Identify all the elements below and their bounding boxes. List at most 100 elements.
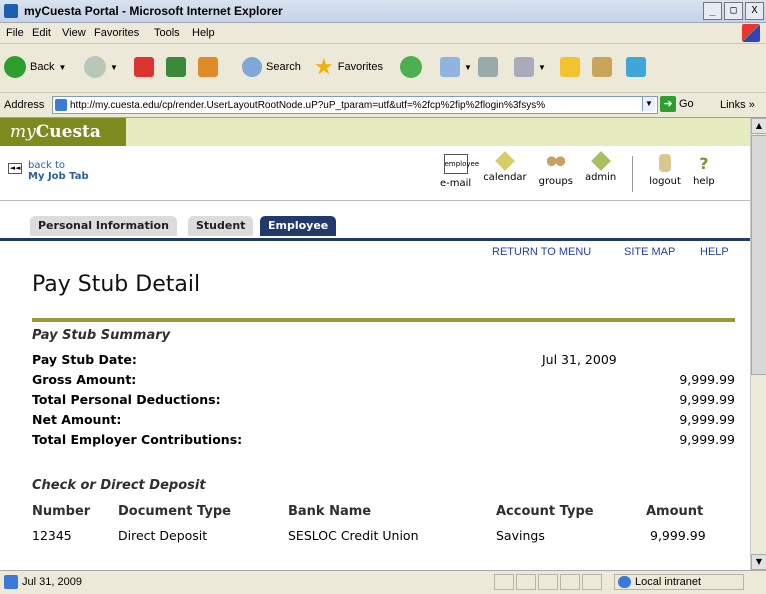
go-label: Go [679,98,694,110]
menu-edit[interactable]: Edit [32,27,51,39]
go-button[interactable]: ➜ Go [660,96,694,112]
chevron-down-icon: ▼ [538,62,546,72]
col-bank-name: Bank Name [288,504,372,519]
back-to-my-job-tab[interactable]: ◄◄ back to My Job Tab [8,160,89,182]
chevron-down-icon: ▼ [58,62,67,72]
nav-logout[interactable]: logout [649,154,681,192]
mail-icon [440,57,460,77]
print-button[interactable] [478,50,498,84]
back-arrow-icon [4,56,26,78]
deposit-heading: Check or Direct Deposit [32,478,206,493]
address-label: Address [4,99,45,111]
cell-bank-name: SESLOC Credit Union [288,528,419,543]
mail-button[interactable]: ▼ [440,50,472,84]
return-to-menu-link[interactable]: RETURN TO MENU [492,246,591,258]
back-arrow-icon: ◄◄ [8,163,22,174]
menu-tools[interactable]: Tools [154,27,180,39]
go-arrow-icon: ➜ [660,96,676,112]
favorites-label: Favorites [337,61,383,73]
email-icon: employee [443,154,479,174]
page-status-icon [4,575,18,589]
forward-arrow-icon [84,56,106,78]
refresh-button[interactable] [166,50,186,84]
cell-document-type: Direct Deposit [118,528,208,543]
search-label: Search [266,61,301,73]
calendar-icon [495,151,515,171]
media-icon [400,56,422,78]
tab-personal-information[interactable]: Personal Information [30,216,177,236]
folder-button[interactable] [560,50,580,84]
summary-row: Gross Amount: 9,999.99 [32,372,735,387]
status-cell [582,574,602,590]
window-title: myCuesta Portal - Microsoft Internet Exp… [24,4,283,18]
research-button[interactable] [592,50,612,84]
back-button[interactable]: Back ▼ [4,50,66,84]
site-map-link[interactable]: SITE MAP [624,246,675,258]
portal-nav: ◄◄ back to My Job Tab employee e-mail ca… [0,146,750,201]
address-dropdown[interactable]: ▼ [642,97,655,111]
tab-student[interactable]: Student [188,216,254,236]
col-number: Number [32,504,91,519]
forward-button[interactable]: ▼ [84,50,118,84]
back-label: Back [30,61,55,73]
back-line2: My Job Tab [28,171,89,182]
back-line1: back to [28,160,65,171]
refresh-icon [166,57,186,77]
book-icon [592,57,612,77]
scroll-down-arrow[interactable]: ▼ [751,554,766,570]
maximize-button[interactable]: □ [724,2,743,20]
status-cell [560,574,580,590]
help-icon: ? [699,154,709,173]
col-account-type: Account Type [496,504,594,519]
search-button[interactable]: Search [242,50,301,84]
print-icon [478,57,498,77]
pay-stub-summary-heading: Pay Stub Summary [32,328,171,343]
stop-button[interactable] [134,50,154,84]
messenger-button[interactable] [626,50,646,84]
menu-help[interactable]: Help [192,27,215,39]
favorites-button[interactable]: ★ Favorites [314,50,383,84]
security-zone: Local intranet [614,574,744,590]
summary-row: Total Employer Contributions: 9,999.99 [32,432,735,447]
status-bar: Jul 31, 2009 Local intranet [0,570,766,594]
cell-number: 12345 [32,528,72,543]
summary-row: Pay Stub Date: Jul 31, 2009 [32,352,617,367]
nav-email[interactable]: employee e-mail [440,154,479,192]
scroll-up-arrow[interactable]: ▲ [751,118,766,134]
cell-amount: 9,999.99 [650,528,706,543]
title-divider [32,318,735,322]
address-bar: Address http://my.cuesta.edu/cp/render.U… [0,93,766,118]
mycuesta-logo[interactable]: myCuesta [0,118,126,146]
help-link[interactable]: HELP [700,246,729,258]
scroll-thumb[interactable] [751,135,766,375]
vertical-scrollbar[interactable]: ▲ ▼ [750,118,766,570]
tab-employee[interactable]: Employee [260,216,337,236]
nav-separator [632,156,634,192]
status-text: Jul 31, 2009 [22,576,82,588]
address-url: http://my.cuesta.edu/cp/render.UserLayou… [70,99,546,111]
page-title: Pay Stub Detail [32,272,201,297]
minimize-button[interactable]: _ [703,2,722,20]
edit-button[interactable]: ▼ [514,50,546,84]
windows-logo-icon [742,24,760,42]
menu-file[interactable]: File [6,27,24,39]
status-cell [538,574,558,590]
messenger-icon [626,57,646,77]
groups-icon [544,154,567,172]
menu-favorites[interactable]: Favorites [94,27,139,39]
media-button[interactable] [400,50,422,84]
nav-calendar[interactable]: calendar [483,151,527,192]
home-button[interactable] [198,50,218,84]
menu-view[interactable]: View [62,27,86,39]
links-button[interactable]: Links » [720,99,755,111]
home-icon [198,57,218,77]
intranet-icon [618,576,631,588]
close-button[interactable]: X [745,2,764,20]
nav-admin[interactable]: admin [585,151,616,192]
col-document-type: Document Type [118,504,231,519]
star-icon: ★ [314,54,334,79]
nav-help[interactable]: ? help [693,154,715,192]
address-input[interactable]: http://my.cuesta.edu/cp/render.UserLayou… [52,96,658,114]
nav-groups[interactable]: groups [539,154,573,192]
admin-icon [590,151,611,171]
